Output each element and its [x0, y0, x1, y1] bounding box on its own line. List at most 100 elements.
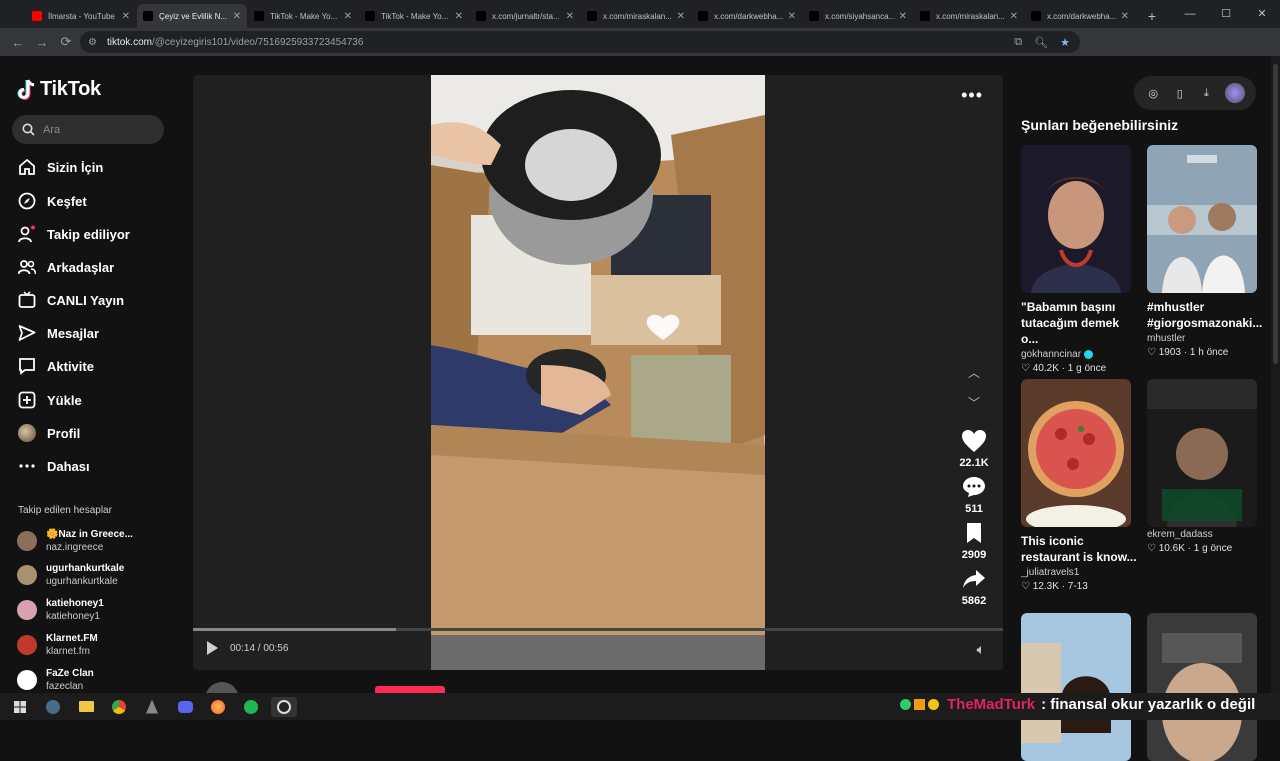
recommended-video-card[interactable]: [1147, 613, 1257, 761]
back-arrow-icon[interactable]: ←: [6, 35, 30, 50]
firefox-icon[interactable]: [205, 697, 231, 717]
card-title[interactable]: #mhustler #giorgosmazonaki...: [1147, 299, 1263, 331]
reload-icon[interactable]: ⟳: [54, 34, 78, 50]
video-frame[interactable]: [431, 75, 765, 670]
sidebar-item[interactable]: Sizin İçin: [17, 155, 103, 179]
browser-tab[interactable]: x.com/jurnaltr/sta... ✕: [470, 4, 580, 28]
new-tab-icon[interactable]: +: [1142, 6, 1162, 26]
card-user[interactable]: _juliatravels1: [1021, 567, 1131, 578]
recommended-video-card[interactable]: This iconic restaurant is know... _juliat…: [1021, 379, 1137, 592]
tab-close-icon[interactable]: ✕: [344, 11, 352, 22]
sidebar-item[interactable]: Profil: [17, 421, 80, 445]
site-settings-icon[interactable]: ⚙: [88, 37, 97, 48]
phone-icon[interactable]: ▯: [1172, 85, 1188, 101]
comment-icon[interactable]: [960, 473, 988, 501]
compass-icon[interactable]: ◎: [1145, 85, 1161, 101]
recommended-video-card[interactable]: #mhustler #giorgosmazonaki... mhustler ♡ 1…: [1147, 145, 1262, 358]
browser-tab[interactable]: Çeyiz ve Evlilik N... ✕: [137, 4, 247, 28]
share-arrow-icon[interactable]: [960, 565, 988, 593]
video-thumbnail[interactable]: [1147, 613, 1257, 761]
tab-close-icon[interactable]: ✕: [899, 11, 907, 22]
like-action[interactable]: 22.1K: [958, 427, 990, 469]
tiktok-logo[interactable]: TikTok: [17, 78, 101, 101]
share-action[interactable]: 5862: [958, 565, 990, 607]
download-icon[interactable]: ⤓: [1198, 85, 1214, 101]
sidebar-item[interactable]: Keşfet: [17, 189, 87, 213]
spotify-icon[interactable]: [238, 697, 264, 717]
video-thumbnail[interactable]: [1021, 613, 1131, 761]
browser-tab[interactable]: TikTok - Make Yo... ✕: [359, 4, 469, 28]
tab-close-icon[interactable]: ✕: [233, 11, 241, 22]
video-thumbnail[interactable]: [1147, 145, 1257, 293]
video-thumbnail[interactable]: [1147, 379, 1257, 527]
browser-tab[interactable]: x.com/siyahsanca... ✕: [803, 4, 913, 28]
card-user[interactable]: gokhanncinar: [1021, 349, 1131, 360]
recommended-video-card[interactable]: ekrem_dadass ♡ 10.6K · 1 g önce: [1147, 379, 1257, 554]
browser-tab[interactable]: İlmarsta - YouTube ✕: [26, 4, 136, 28]
search-box[interactable]: [12, 115, 164, 144]
forward-arrow-icon[interactable]: →: [30, 35, 54, 50]
page-scrollbar[interactable]: [1271, 56, 1280, 693]
followed-account[interactable]: ugurhankurtkale ugurhankurtkale: [17, 562, 124, 588]
close-window-icon[interactable]: ✕: [1244, 0, 1280, 28]
sidebar-item[interactable]: Takip ediliyor: [17, 222, 130, 246]
sidebar-item[interactable]: Yükle: [17, 388, 82, 412]
chevron-down-icon[interactable]: ﹀: [958, 393, 990, 423]
zoom-icon[interactable]: 🔍︎: [1034, 36, 1048, 49]
minimize-icon[interactable]: —: [1172, 0, 1208, 28]
sidebar-item[interactable]: Dahası: [17, 454, 90, 478]
recommended-video-card[interactable]: [1021, 613, 1131, 761]
tab-close-icon[interactable]: ✕: [677, 11, 685, 22]
video-player[interactable]: ••• 00:14 / 00:56 🔈︎: [193, 75, 1003, 670]
browser-tab[interactable]: x.com/darkwebha... ✕: [1025, 4, 1135, 28]
chevron-up-icon[interactable]: ︿: [958, 363, 990, 393]
browser-tab[interactable]: x.com/darkwebha... ✕: [692, 4, 802, 28]
app-icon[interactable]: [139, 697, 165, 717]
video-progress-bar[interactable]: [193, 628, 1003, 631]
chrome-icon[interactable]: [106, 697, 132, 717]
followed-account[interactable]: FaZe Clan fazeclan: [17, 667, 94, 693]
file-explorer-icon[interactable]: [73, 697, 99, 717]
bookmark-icon[interactable]: [960, 519, 988, 547]
video-thumbnail[interactable]: [1021, 145, 1131, 293]
card-title[interactable]: This iconic restaurant is know...: [1021, 533, 1137, 565]
tab-close-icon[interactable]: ✕: [1121, 11, 1129, 22]
browser-tab[interactable]: x.com/miraskalan... ✕: [914, 4, 1024, 28]
bookmark-star-icon[interactable]: ★: [1060, 36, 1070, 49]
windows-start-icon[interactable]: [7, 697, 33, 717]
volume-icon[interactable]: 🔈︎: [977, 641, 985, 658]
followed-account[interactable]: Klarnet.FM klarnet.fm: [17, 632, 98, 658]
browser-tab[interactable]: x.com/miraskalan... ✕: [581, 4, 691, 28]
browser-tab[interactable]: TikTok - Make Yo... ✕: [248, 4, 358, 28]
search-input[interactable]: [43, 123, 153, 136]
obs-icon[interactable]: [271, 696, 297, 717]
card-user[interactable]: ekrem_dadass: [1147, 529, 1257, 540]
steam-icon[interactable]: [40, 697, 66, 717]
play-icon[interactable]: [207, 641, 218, 655]
sidebar-item[interactable]: Arkadaşlar: [17, 255, 114, 279]
followed-account[interactable]: katiehoney1 katiehoney1: [17, 597, 104, 623]
recommended-video-card[interactable]: "Babamın başını tutacağım demek o... gokh…: [1021, 145, 1131, 374]
tab-close-icon[interactable]: ✕: [1010, 11, 1018, 22]
url-bar[interactable]: ⚙ tiktok.com/@ceyizegiris101/video/75169…: [80, 31, 1080, 53]
more-options-icon[interactable]: •••: [961, 85, 983, 106]
video-thumbnail[interactable]: [1021, 379, 1131, 527]
tab-close-icon[interactable]: ✕: [122, 11, 130, 22]
user-avatar[interactable]: [1224, 83, 1245, 103]
tab-close-icon[interactable]: ✕: [788, 11, 796, 22]
discord-icon[interactable]: [172, 697, 198, 717]
comment-action[interactable]: 511: [958, 473, 990, 515]
scrollbar-thumb[interactable]: [1273, 64, 1278, 364]
card-user[interactable]: mhustler: [1147, 333, 1257, 344]
maximize-icon[interactable]: ☐: [1208, 0, 1244, 28]
heart-icon[interactable]: [960, 427, 988, 455]
card-title[interactable]: "Babamın başını tutacağım demek o...: [1021, 299, 1137, 347]
followed-account[interactable]: 🌼Naz in Greece... naz.ingreece: [17, 528, 133, 554]
tab-close-icon[interactable]: ✕: [566, 11, 574, 22]
sidebar-item[interactable]: CANLI Yayın: [17, 288, 124, 312]
install-app-icon[interactable]: ⧉: [1014, 36, 1022, 49]
save-action[interactable]: 2909: [958, 519, 990, 561]
tab-close-icon[interactable]: ✕: [455, 11, 463, 22]
sidebar-item[interactable]: Aktivite: [17, 354, 94, 378]
sidebar-item[interactable]: Mesajlar: [17, 321, 99, 345]
